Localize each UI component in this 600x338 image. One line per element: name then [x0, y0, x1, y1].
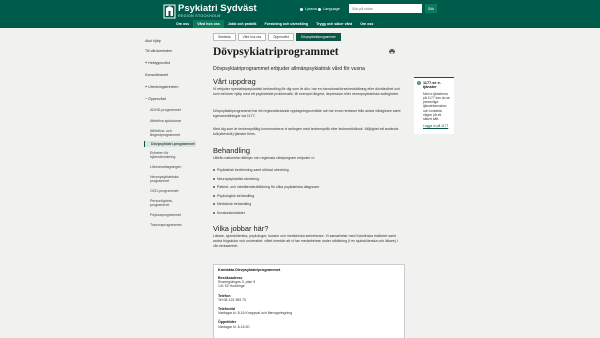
- contact-title: Kontakta Dövpsykiatriprogrammet: [218, 268, 281, 272]
- login-1177-link[interactable]: Logga in på 1177: [417, 124, 451, 128]
- heading-behandling: Behandling: [213, 146, 250, 155]
- sidebar-item-heldygnsvard[interactable]: Heldygnsvård: [144, 60, 197, 66]
- treatment-list: Psykiatrisk bedömning samt utökad utredn…: [213, 168, 319, 220]
- list-item: Kuratorskontakter: [213, 211, 319, 220]
- nav-item-vard-hos-oss[interactable]: Vård hos oss: [193, 20, 224, 28]
- breadcrumb-vard-hos-oss[interactable]: Vård hos oss: [237, 33, 267, 41]
- sidebar-item-personlighet[interactable]: Personlighets-programmet: [144, 198, 192, 208]
- listen-button[interactable]: Lyssna: [300, 7, 317, 11]
- contact-phone-hours-value: Vardagar kl. 8-16 Knappval och återuppri…: [218, 311, 293, 316]
- list-item: Psykiatrisk bedömning samt utökad utredn…: [213, 168, 319, 177]
- region-logo-icon[interactable]: [163, 4, 176, 19]
- site-header: Psykiatri Sydväst REGION STOCKHOLM Lyssn…: [0, 0, 600, 28]
- site-subtitle: REGION STOCKHOLM: [178, 14, 221, 18]
- uppdrag-paragraph-3: Med dig som är teckenspråkig kommunicera…: [213, 127, 399, 137]
- sidebar-item-vardcentralen[interactable]: Till vårdcentralen: [144, 48, 197, 54]
- e-services-title-row: 1177.se e-tjänster: [417, 81, 451, 90]
- sidebar-item-dovpsykiatri[interactable]: Dövpsykiatri-programmet: [144, 141, 196, 147]
- sidebar-item-ocd[interactable]: OCD-programmet: [144, 188, 197, 194]
- nav-item-om-oss[interactable]: Om oss: [172, 20, 193, 28]
- heading-vilka-jobbar-har: Vilka jobbar här?: [213, 224, 269, 233]
- sidebar-item-akut-hjalp[interactable]: Akut hjälp: [144, 38, 197, 44]
- sidebar-item-konsultteamet[interactable]: Konsultteamet: [144, 72, 197, 78]
- sidebar-item-oppenvard[interactable]: Öppenvård: [144, 96, 197, 102]
- nav-item-forskning[interactable]: Forskning och utveckling: [261, 20, 313, 28]
- listen-label: Lyssna: [305, 7, 317, 11]
- contact-open-value: Vardagar kl. 8-16.30: [218, 324, 250, 329]
- behandling-intro: Utifrån nationella riktlinjer och region…: [213, 156, 315, 160]
- list-item: Medicinsk behandling: [213, 202, 319, 211]
- search-button[interactable]: Sök: [425, 4, 437, 13]
- e-services-title: 1177.se e-tjänster: [423, 81, 441, 90]
- contact-phone-value[interactable]: Tel 08-123 389 70: [218, 298, 400, 302]
- breadcrumb-startsida[interactable]: Startsida: [213, 33, 236, 41]
- sidebar-item-utredningsenheten[interactable]: Utredningsenheten: [144, 84, 197, 90]
- list-item: Psykologisk behandling: [213, 194, 319, 203]
- search-input[interactable]: [349, 4, 422, 13]
- print-icon[interactable]: [389, 49, 395, 54]
- sidebar-item-trauma[interactable]: Traumaprogrammet: [144, 222, 197, 228]
- sidebar-nav: Akut hjälp Till vårdcentralen Heldygnsvå…: [144, 37, 197, 228]
- nav-item-om-oss-2[interactable]: Om oss: [356, 20, 377, 28]
- vilka-jobbar-paragraph: Läkare, sjuksköterska, psykologer, kurat…: [213, 234, 398, 249]
- nav-item-trygg-vard[interactable]: Trygg och säker vård: [312, 20, 356, 28]
- uppdrag-paragraph-1: Vi erbjuder specialistpsykiatrisk behand…: [213, 87, 400, 97]
- page-title: Dövpsykiatriprogrammet: [213, 46, 339, 58]
- e-services-box: 1177.se e-tjänster Med e-tjänsterna på 1…: [414, 77, 454, 134]
- breadcrumb-current: Dövpsykiatriprogrammet: [295, 33, 341, 41]
- sidebar-item-neuropsykiatriska[interactable]: Neuropsykiatriska programmet: [144, 174, 192, 184]
- breadcrumb: Startsida Vård hos oss Öppenvård Dövpsyk…: [213, 33, 341, 41]
- sidebar-item-affektiva-sjukdomar[interactable]: Affektiva sjukdomar: [144, 118, 197, 124]
- contact-visit-value-2: 141 52 Huddinge: [218, 284, 245, 289]
- globe-icon: [318, 7, 321, 11]
- contact-box: Kontakta Dövpsykiatriprogrammet Besöksad…: [213, 264, 405, 338]
- sidebar-item-litium[interactable]: Litiummottagningen: [144, 164, 197, 170]
- nav-item-jobb-och-praktik[interactable]: Jobb och praktik: [224, 20, 261, 28]
- heading-vart-uppdrag: Vårt uppdrag: [213, 77, 256, 86]
- language-label: Language: [323, 7, 340, 11]
- sidebar-item-hjarnstimulering[interactable]: Enheten för hjärnstimulering: [144, 150, 192, 160]
- sidebar-item-psykos[interactable]: Psykosprogrammet: [144, 212, 197, 218]
- list-item: Patient- och närståendeutbildning för ol…: [213, 185, 319, 194]
- site-title[interactable]: Psykiatri Sydväst: [178, 4, 257, 14]
- speaker-icon: [300, 7, 303, 11]
- sidebar-item-affektiva-angest[interactable]: Affektiva- och ångestprogrammet: [144, 128, 192, 138]
- e-services-text: Med e-tjänsterna på 1177 kan du se perso…: [423, 91, 450, 122]
- page-ingress: Dövpsykiatriprogrammet erbjuder allmänps…: [213, 66, 365, 72]
- top-navigation: Om oss Vård hos oss Jobb och praktik For…: [172, 20, 377, 28]
- list-item: Neuropsykiatrisk utredning: [213, 177, 319, 186]
- globe-icon: [417, 81, 421, 86]
- uppdrag-paragraph-2: Dövpsykiatriprogrammet har ett regionstä…: [213, 109, 401, 119]
- breadcrumb-oppenvard[interactable]: Öppenvård: [268, 33, 294, 41]
- language-button[interactable]: Language: [318, 7, 340, 11]
- sidebar-item-adhd[interactable]: ADHD-programmet: [144, 107, 197, 113]
